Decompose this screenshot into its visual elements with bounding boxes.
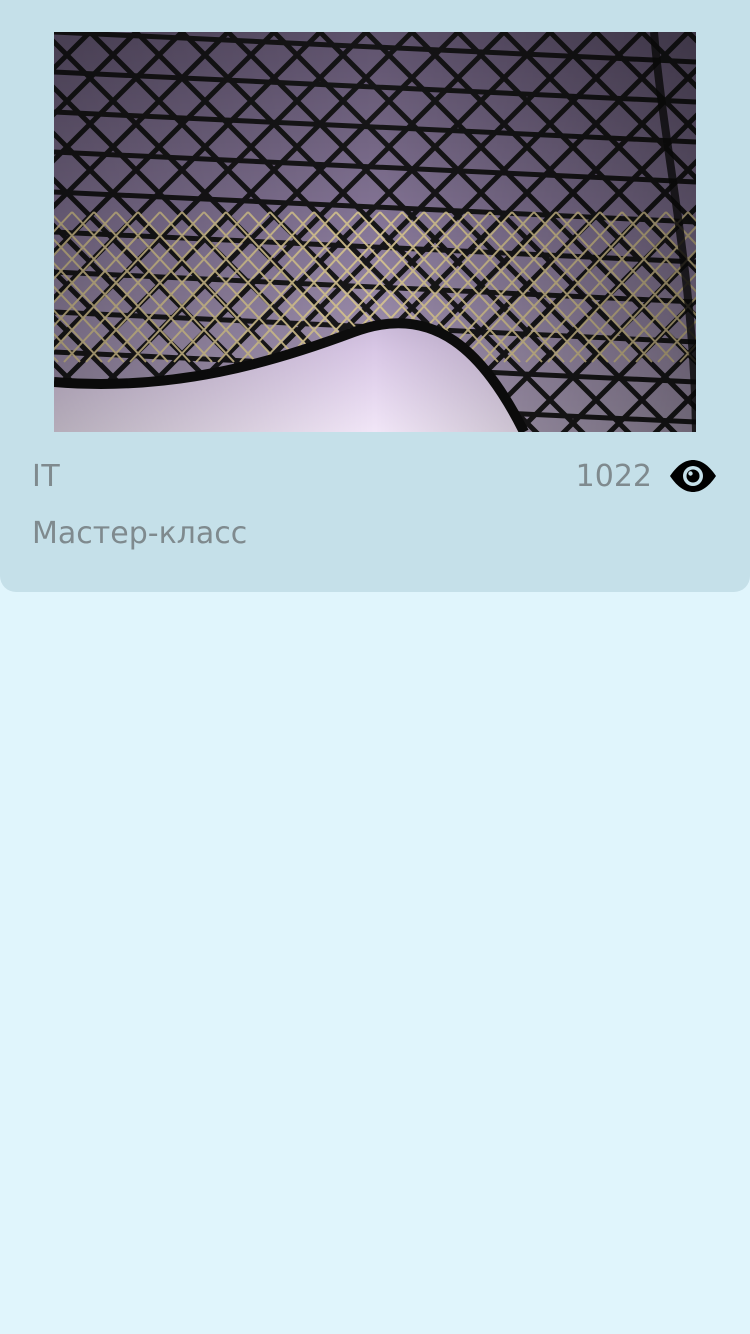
category-label: IT bbox=[32, 458, 61, 494]
views-counter: 1022 bbox=[576, 458, 718, 494]
eye-icon bbox=[670, 460, 716, 492]
event-card[interactable]: IT 1022 Мастер-класс bbox=[0, 0, 750, 592]
event-type-label: Мастер-класс bbox=[32, 516, 248, 551]
views-count: 1022 bbox=[575, 458, 652, 494]
card-meta-row: IT 1022 bbox=[32, 452, 718, 500]
event-cover-image bbox=[54, 32, 696, 432]
